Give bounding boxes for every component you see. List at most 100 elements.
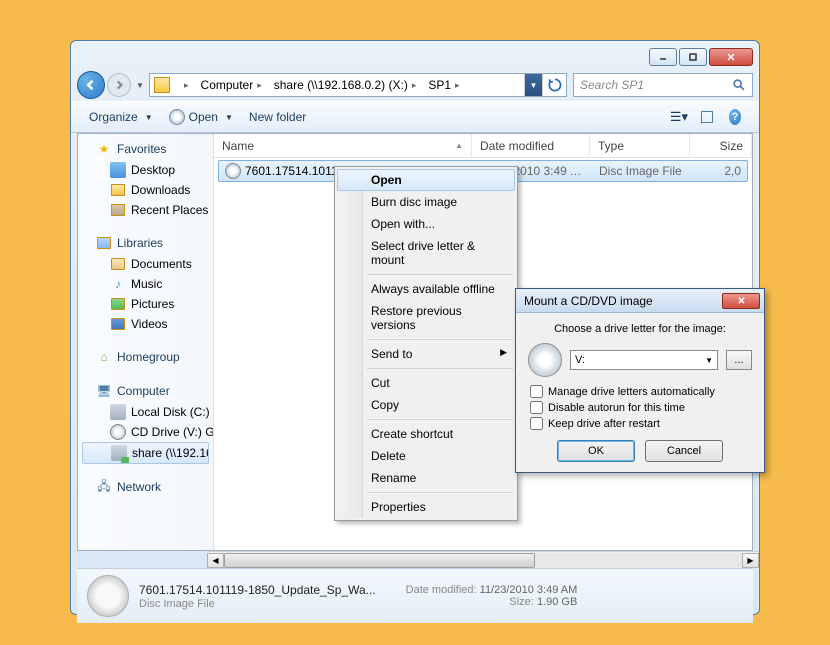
maximize-button[interactable]: [679, 48, 707, 66]
keep-drive-checkbox[interactable]: Keep drive after restart: [528, 417, 752, 430]
preview-pane-button[interactable]: [693, 107, 721, 127]
cm-restore[interactable]: Restore previous versions: [337, 300, 515, 336]
cm-offline[interactable]: Always available offline: [337, 278, 515, 300]
network-icon: 🖧: [96, 479, 112, 495]
help-button[interactable]: ?: [721, 105, 749, 129]
sidebar-documents[interactable]: Documents: [78, 254, 213, 274]
drive-icon: [110, 404, 126, 420]
organize-button[interactable]: Organize▼: [81, 106, 161, 128]
breadcrumb-computer[interactable]: ▸: [174, 74, 195, 96]
file-type: Disc Image File: [593, 164, 693, 178]
cm-properties[interactable]: Properties: [337, 496, 515, 518]
documents-icon: [110, 256, 126, 272]
minimize-button[interactable]: [649, 48, 677, 66]
cm-delete[interactable]: Delete: [337, 445, 515, 467]
disc-icon: [169, 109, 185, 125]
forward-button[interactable]: [107, 73, 131, 97]
address-dropdown[interactable]: ▼: [524, 74, 542, 96]
auto-manage-checkbox[interactable]: Manage drive letters automatically: [528, 385, 752, 398]
cm-open-with[interactable]: Open with...: [337, 213, 515, 235]
sidebar-favorites[interactable]: ★Favorites: [78, 138, 213, 160]
dialog-title-bar[interactable]: Mount a CD/DVD image: [516, 289, 764, 313]
scroll-thumb[interactable]: [224, 553, 535, 568]
cm-select-drive[interactable]: Select drive letter & mount: [337, 235, 515, 271]
open-button[interactable]: Open▼: [161, 105, 241, 129]
details-date-value: 11/23/2010 3:49 AM: [480, 584, 578, 596]
breadcrumb-share[interactable]: share (\\192.168.0.2) (X:)▸: [268, 74, 423, 96]
cm-cut[interactable]: Cut: [337, 372, 515, 394]
sidebar-downloads[interactable]: Downloads: [78, 180, 213, 200]
sidebar-cd-drive[interactable]: CD Drive (V:) GRMSP: [78, 422, 213, 442]
new-folder-button[interactable]: New folder: [241, 106, 314, 128]
mount-dialog: Mount a CD/DVD image Choose a drive lett…: [515, 288, 765, 473]
search-icon: [732, 78, 746, 92]
column-name[interactable]: Name▲: [214, 134, 472, 157]
pictures-icon: [110, 296, 126, 312]
breadcrumb-sp1[interactable]: SP1▸: [422, 74, 465, 96]
scroll-track[interactable]: [224, 553, 742, 568]
sidebar-videos[interactable]: Videos: [78, 314, 213, 334]
column-size[interactable]: Size: [690, 134, 752, 157]
column-headers: Name▲ Date modified Type Size: [214, 134, 752, 158]
dialog-instruction: Choose a drive letter for the image:: [528, 323, 752, 335]
disable-autorun-checkbox[interactable]: Disable autorun for this time: [528, 401, 752, 414]
disc-icon: [528, 343, 562, 377]
sidebar-music[interactable]: ♪Music: [78, 274, 213, 294]
sidebar-recent[interactable]: Recent Places: [78, 200, 213, 220]
cm-send-to[interactable]: Send to▶: [337, 343, 515, 365]
sidebar-pictures[interactable]: Pictures: [78, 294, 213, 314]
cancel-button[interactable]: Cancel: [645, 440, 723, 462]
iso-icon: [225, 163, 241, 179]
browse-button[interactable]: ...: [726, 350, 752, 370]
cm-burn[interactable]: Burn disc image: [337, 191, 515, 213]
folder-icon: [154, 77, 170, 93]
view-options-button[interactable]: ☰▾: [665, 105, 693, 129]
cm-rename[interactable]: Rename: [337, 467, 515, 489]
sidebar-homegroup[interactable]: ⌂Homegroup: [78, 346, 213, 368]
sidebar-network[interactable]: 🖧Network: [78, 476, 213, 498]
horizontal-scrollbar[interactable]: ◀ ▶: [207, 551, 759, 568]
scroll-right-button[interactable]: ▶: [742, 553, 759, 568]
back-button[interactable]: [77, 71, 105, 99]
details-filename: 7601.17514.101119-1850_Update_Sp_Wa...: [139, 583, 376, 597]
search-input[interactable]: Search SP1: [573, 73, 753, 97]
dialog-title: Mount a CD/DVD image: [524, 294, 653, 308]
scroll-left-button[interactable]: ◀: [207, 553, 224, 568]
sidebar-local-disk[interactable]: Local Disk (C:): [78, 402, 213, 422]
sidebar-share[interactable]: share (\\192.168.0.2): [82, 442, 209, 464]
address-bar[interactable]: ▸ Computer▸ share (\\192.168.0.2) (X:)▸ …: [149, 73, 567, 97]
column-date[interactable]: Date modified: [472, 134, 590, 157]
drive-letter-select[interactable]: V:▼: [570, 350, 718, 370]
search-placeholder: Search SP1: [580, 78, 644, 92]
breadcrumb-computer[interactable]: Computer▸: [195, 74, 268, 96]
desktop-icon: [110, 162, 126, 178]
network-drive-icon: [111, 445, 127, 461]
computer-icon: 🖥: [96, 383, 112, 399]
context-menu: Open Burn disc image Open with... Select…: [334, 166, 518, 521]
details-date-label: Date modified:: [406, 584, 477, 596]
close-button[interactable]: [709, 48, 753, 66]
videos-icon: [110, 316, 126, 332]
cd-icon: [110, 424, 126, 440]
file-size: 2,0: [693, 164, 747, 178]
cm-shortcut[interactable]: Create shortcut: [337, 423, 515, 445]
sidebar-computer[interactable]: 🖥Computer: [78, 380, 213, 402]
chevron-right-icon: ▶: [500, 347, 507, 358]
recent-icon: [110, 202, 126, 218]
homegroup-icon: ⌂: [96, 349, 112, 365]
cm-open[interactable]: Open: [337, 169, 515, 191]
details-size-value: 1.90 GB: [537, 596, 577, 608]
column-type[interactable]: Type: [590, 134, 690, 157]
ok-button[interactable]: OK: [557, 440, 635, 462]
sidebar-libraries[interactable]: Libraries: [78, 232, 213, 254]
details-disc-icon: [87, 575, 129, 617]
toolbar: Organize▼ Open▼ New folder ☰▾ ?: [71, 101, 759, 133]
navigation-pane: ★Favorites Desktop Downloads Recent Plac…: [78, 134, 214, 550]
refresh-button[interactable]: [542, 74, 566, 96]
details-size-label: Size:: [509, 596, 533, 608]
downloads-icon: [110, 182, 126, 198]
dialog-close-button[interactable]: [722, 293, 760, 309]
cm-copy[interactable]: Copy: [337, 394, 515, 416]
nav-history-dropdown[interactable]: ▼: [133, 75, 147, 95]
sidebar-desktop[interactable]: Desktop: [78, 160, 213, 180]
